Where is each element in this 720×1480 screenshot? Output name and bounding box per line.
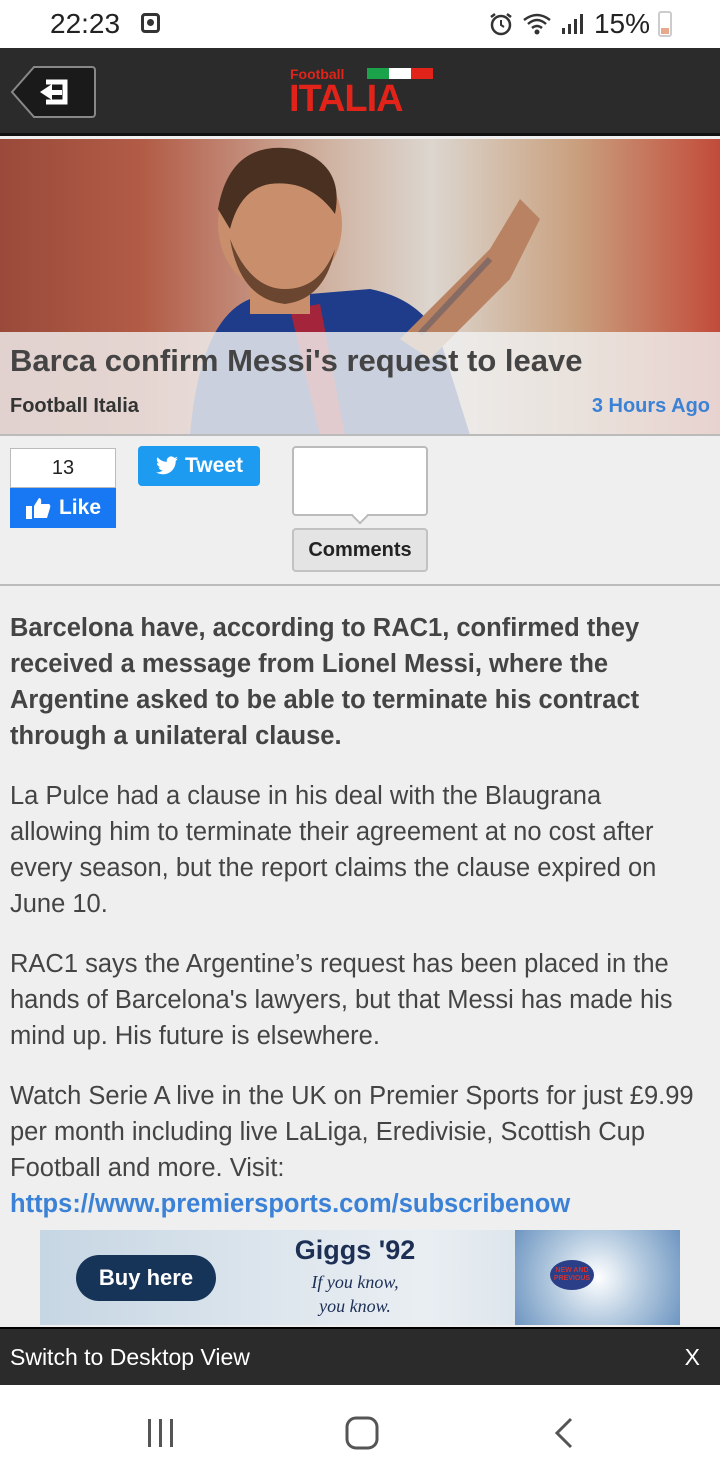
- comment-count-bubble[interactable]: [292, 446, 428, 516]
- article-hero: Barca confirm Messi's request to leave F…: [0, 139, 720, 435]
- tweet-button[interactable]: Tweet: [138, 446, 260, 486]
- ad-tagline-line-1: If you know,: [311, 1272, 399, 1292]
- article-title: Barca confirm Messi's request to leave: [10, 343, 583, 378]
- football-italia-logo[interactable]: Football ITALIA: [289, 66, 435, 120]
- ad-badge: NEW AND PREVIOUS: [550, 1260, 594, 1290]
- social-bar: 13 Like Tweet Comments: [0, 434, 720, 586]
- premier-sports-link[interactable]: https://www.premiersports.com/subscriben…: [10, 1190, 570, 1218]
- signal-icon: [561, 14, 583, 34]
- article-paragraph: RAC1 says the Argentine’s request has be…: [10, 950, 673, 1050]
- ad-buy-button[interactable]: Buy here: [76, 1255, 216, 1301]
- ad-ball-image: [515, 1230, 680, 1325]
- like-label: Like: [58, 496, 102, 519]
- article-paragraph: La Pulce had a clause in his deal with t…: [10, 782, 657, 918]
- logo-big-text: ITALIA: [289, 78, 404, 120]
- system-nav-bar: [0, 1385, 720, 1480]
- desktop-view-bar: Switch to Desktop View X: [0, 1327, 720, 1385]
- twitter-bird-icon: [156, 456, 179, 475]
- comments-button[interactable]: Comments: [292, 528, 428, 572]
- battery-percent: 15%: [593, 8, 650, 39]
- status-bar: 22:23 15%: [0, 0, 720, 48]
- promo-text: Watch Serie A live in the UK on Premier …: [10, 1082, 694, 1182]
- article-time: 3 Hours Ago: [591, 395, 710, 417]
- ad-tagline-line-2: you know.: [319, 1296, 391, 1316]
- clock: 22:23: [50, 8, 121, 39]
- like-count: 13: [10, 448, 116, 488]
- article-paragraph: Watch Serie A live in the UK on Premier …: [10, 1078, 700, 1222]
- home-icon[interactable]: [344, 1415, 380, 1451]
- thumbs-up-icon: [25, 498, 51, 519]
- alarm-icon: [490, 13, 512, 36]
- article-body: Barcelona have, according to RAC1, confi…: [10, 610, 700, 1246]
- switch-desktop-view-link[interactable]: Switch to Desktop View: [10, 1344, 250, 1371]
- close-desktop-bar-button[interactable]: X: [685, 1344, 700, 1371]
- article-source: Football Italia: [10, 395, 139, 417]
- wifi-icon: [523, 13, 551, 35]
- tweet-label: Tweet: [185, 454, 243, 477]
- status-icons: 15%: [488, 8, 672, 40]
- advert-banner[interactable]: Buy here Giggs '92 If you know, you know…: [40, 1230, 680, 1325]
- site-header: Football ITALIA: [0, 48, 720, 136]
- battery-icon: [658, 11, 672, 37]
- back-nav-icon[interactable]: [552, 1416, 576, 1450]
- facebook-like-widget[interactable]: 13 Like: [10, 448, 116, 528]
- ad-tagline: If you know, you know.: [270, 1270, 440, 1318]
- article-lead-paragraph: Barcelona have, according to RAC1, confi…: [10, 614, 640, 750]
- recent-apps-icon[interactable]: [146, 1417, 176, 1449]
- ad-headline: Giggs '92: [294, 1235, 416, 1265]
- facebook-like-button[interactable]: Like: [10, 488, 116, 528]
- notification-icon: [141, 13, 160, 33]
- back-button[interactable]: [10, 64, 96, 120]
